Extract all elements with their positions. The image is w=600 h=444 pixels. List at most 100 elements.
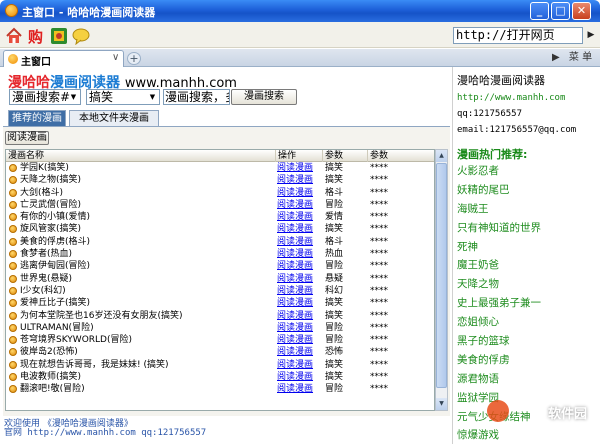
read-link[interactable]: 阅读漫画	[277, 346, 313, 358]
table-row[interactable]: 逃离伊甸园(冒险) 阅读漫画 冒险 ****	[6, 260, 434, 272]
table-row[interactable]: ULTRAMAN(冒险) 阅读漫画 冒险 ****	[6, 322, 434, 334]
search-input[interactable]: 漫画搜索，多	[163, 89, 230, 105]
table-row[interactable]: 世界鬼(悬疑) 阅读漫画 悬疑 ****	[6, 273, 434, 285]
col-action-header[interactable]: 操作	[276, 150, 323, 162]
read-link[interactable]: 阅读漫画	[277, 359, 313, 371]
minimize-button[interactable]: _	[530, 2, 549, 20]
hot-list: 火影忍者 妖精的尾巴 海贼王 只有神知道的世界 死神 魔王奶爸 天降之物 史上最强弟子兼一 恋姐…	[457, 162, 597, 444]
comic-rating: ****	[370, 261, 388, 272]
add-tab-button[interactable]: +	[127, 52, 141, 65]
table-row[interactable]: 旋风管家(搞笑) 阅读漫画 搞笑 ****	[6, 223, 434, 235]
home-icon[interactable]	[5, 27, 23, 45]
read-link[interactable]: 阅读漫画	[277, 285, 313, 297]
scroll-thumb[interactable]	[436, 163, 447, 388]
col-param2-header[interactable]: 参数	[368, 150, 434, 162]
hot-item[interactable]: 魔王奶爸	[457, 256, 597, 275]
table-row[interactable]: 为何本堂院圣也16岁还没有女朋友(搞笑) 阅读漫画 搞笑 ****	[6, 310, 434, 322]
read-link[interactable]: 阅读漫画	[277, 310, 313, 322]
comic-name: I少女(科幻)	[20, 285, 66, 296]
watermark-text: 软件园	[548, 407, 588, 422]
read-link[interactable]: 阅读漫画	[277, 211, 313, 223]
hot-item[interactable]: 黑子的篮球	[457, 332, 597, 351]
table-row[interactable]: 学园K(搞笑) 阅读漫画 搞笑 ****	[6, 162, 434, 174]
status-site: 官网 http://www.manhh.com qq:121756557	[4, 428, 207, 438]
hot-item[interactable]: 死神	[457, 238, 597, 257]
table-row[interactable]: I少女(科幻) 阅读漫画 科幻 ****	[6, 285, 434, 297]
comic-rating: ****	[370, 285, 388, 296]
table-row[interactable]: 彼岸岛2(恐怖) 阅读漫画 恐怖 ****	[6, 346, 434, 358]
col-name-header[interactable]: 漫画名称	[6, 150, 276, 162]
comic-rating: ****	[370, 310, 388, 321]
hot-item[interactable]: 海贼王	[457, 200, 597, 219]
comic-genre: 格斗	[325, 236, 344, 247]
table-row[interactable]: 美食的俘虏(格斗) 阅读漫画 格斗 ****	[6, 236, 434, 248]
read-link[interactable]: 阅读漫画	[277, 334, 313, 346]
read-link[interactable]: 阅读漫画	[277, 223, 313, 235]
maximize-button[interactable]: □	[551, 2, 570, 20]
read-link[interactable]: 阅读漫画	[277, 322, 313, 334]
buy-icon[interactable]: 购	[27, 27, 45, 45]
table-scrollbar[interactable]: ▲ ▼	[435, 149, 448, 411]
read-link[interactable]: 阅读漫画	[277, 273, 313, 285]
comic-rating: ****	[370, 199, 388, 210]
comic-name: 翻滚吧!敬(冒险)	[20, 384, 85, 395]
plugin-icon[interactable]	[50, 27, 68, 45]
comic-name: 世界鬼(悬疑)	[20, 273, 73, 284]
table-row[interactable]: 电波教师(搞笑) 阅读漫画 搞笑 ****	[6, 371, 434, 383]
chevron-down-icon[interactable]: ∨	[112, 52, 119, 63]
col-param1-header[interactable]: 参数	[323, 150, 368, 162]
url-input[interactable]: http://打开网页	[453, 27, 583, 44]
search-button[interactable]: 漫画搜索	[231, 89, 297, 105]
read-link[interactable]: 阅读漫画	[277, 297, 313, 309]
table-row[interactable]: 亡灵武僧(冒险) 阅读漫画 冒险 ****	[6, 199, 434, 211]
scroll-down-icon[interactable]: ▼	[436, 398, 447, 410]
table-row[interactable]: 现在就想告诉哥哥，我是妹妹! (搞笑) 阅读漫画 搞笑 ****	[6, 359, 434, 371]
read-link[interactable]: 阅读漫画	[277, 187, 313, 199]
comic-name: 苍穹境界SKYWORLD(冒险)	[20, 335, 132, 346]
hot-item[interactable]: 源君物语	[457, 370, 597, 389]
read-link[interactable]: 阅读漫画	[277, 236, 313, 248]
close-button[interactable]: ✕	[572, 2, 591, 20]
hot-item[interactable]: 妖精的尾巴	[457, 181, 597, 200]
read-link[interactable]: 阅读漫画	[277, 260, 313, 272]
read-comic-button[interactable]: 阅读漫画	[5, 131, 49, 145]
genre-select[interactable]: 搞笑 ▼	[86, 89, 160, 105]
table-row[interactable]: 翻滚吧!敬(冒险) 阅读漫画 冒险 ****	[6, 383, 434, 395]
hot-item[interactable]: 史上最强弟子兼一	[457, 294, 597, 313]
scroll-up-icon[interactable]: ▲	[436, 150, 447, 162]
comic-name: 电波教师(搞笑)	[20, 372, 82, 383]
chevron-down-icon: ▼	[149, 93, 156, 101]
read-link[interactable]: 阅读漫画	[277, 199, 313, 211]
hot-item[interactable]: 惊爆游戏	[457, 426, 597, 444]
hot-item[interactable]: 恋姐倾心	[457, 313, 597, 332]
table-row[interactable]: 爱神丘比子(搞笑) 阅读漫画 搞笑 ****	[6, 297, 434, 309]
hot-item[interactable]: 美食的俘虏	[457, 351, 597, 370]
right-url[interactable]: http://www.manhh.com	[457, 93, 565, 103]
url-go-arrow-icon[interactable]: ▶	[584, 27, 598, 44]
hot-item[interactable]: 只有神知道的世界	[457, 219, 597, 238]
read-link[interactable]: 阅读漫画	[277, 383, 313, 395]
comic-icon	[9, 262, 17, 271]
table-row[interactable]: 天降之物(搞笑) 阅读漫画 搞笑 ****	[6, 174, 434, 186]
table-row[interactable]: 苍穹境界SKYWORLD(冒险) 阅读漫画 冒险 ****	[6, 334, 434, 346]
tab-local-folder[interactable]: 本地文件夹漫画	[69, 110, 159, 126]
read-link[interactable]: 阅读漫画	[277, 371, 313, 383]
tab-recommended[interactable]: 推荐的漫画	[8, 110, 66, 126]
menu-button[interactable]: ▶ 菜 单	[552, 50, 598, 66]
table-row[interactable]: 大剑(格斗) 阅读漫画 格斗 ****	[6, 187, 434, 199]
table-row[interactable]: 有你的小镇(爱情) 阅读漫画 爱情 ****	[6, 211, 434, 223]
hot-item[interactable]: 天降之物	[457, 275, 597, 294]
comic-genre: 搞笑	[325, 372, 344, 383]
tab-main-window[interactable]: 主窗口 ∨	[3, 50, 124, 68]
comic-genre: 搞笑	[325, 224, 344, 235]
comic-name: 天降之物(搞笑)	[20, 175, 82, 186]
hot-title: 漫画热门推荐:	[457, 148, 528, 161]
hot-item[interactable]: 火影忍者	[457, 162, 597, 181]
table-row[interactable]: 食梦者(热血) 阅读漫画 热血 ****	[6, 248, 434, 260]
search-type-select[interactable]: 漫画搜索# ▼	[9, 89, 81, 105]
read-link[interactable]: 阅读漫画	[277, 162, 313, 174]
read-link[interactable]: 阅读漫画	[277, 248, 313, 260]
read-link[interactable]: 阅读漫画	[277, 174, 313, 186]
comic-genre: 搞笑	[325, 175, 344, 186]
chat-icon[interactable]	[72, 27, 90, 45]
